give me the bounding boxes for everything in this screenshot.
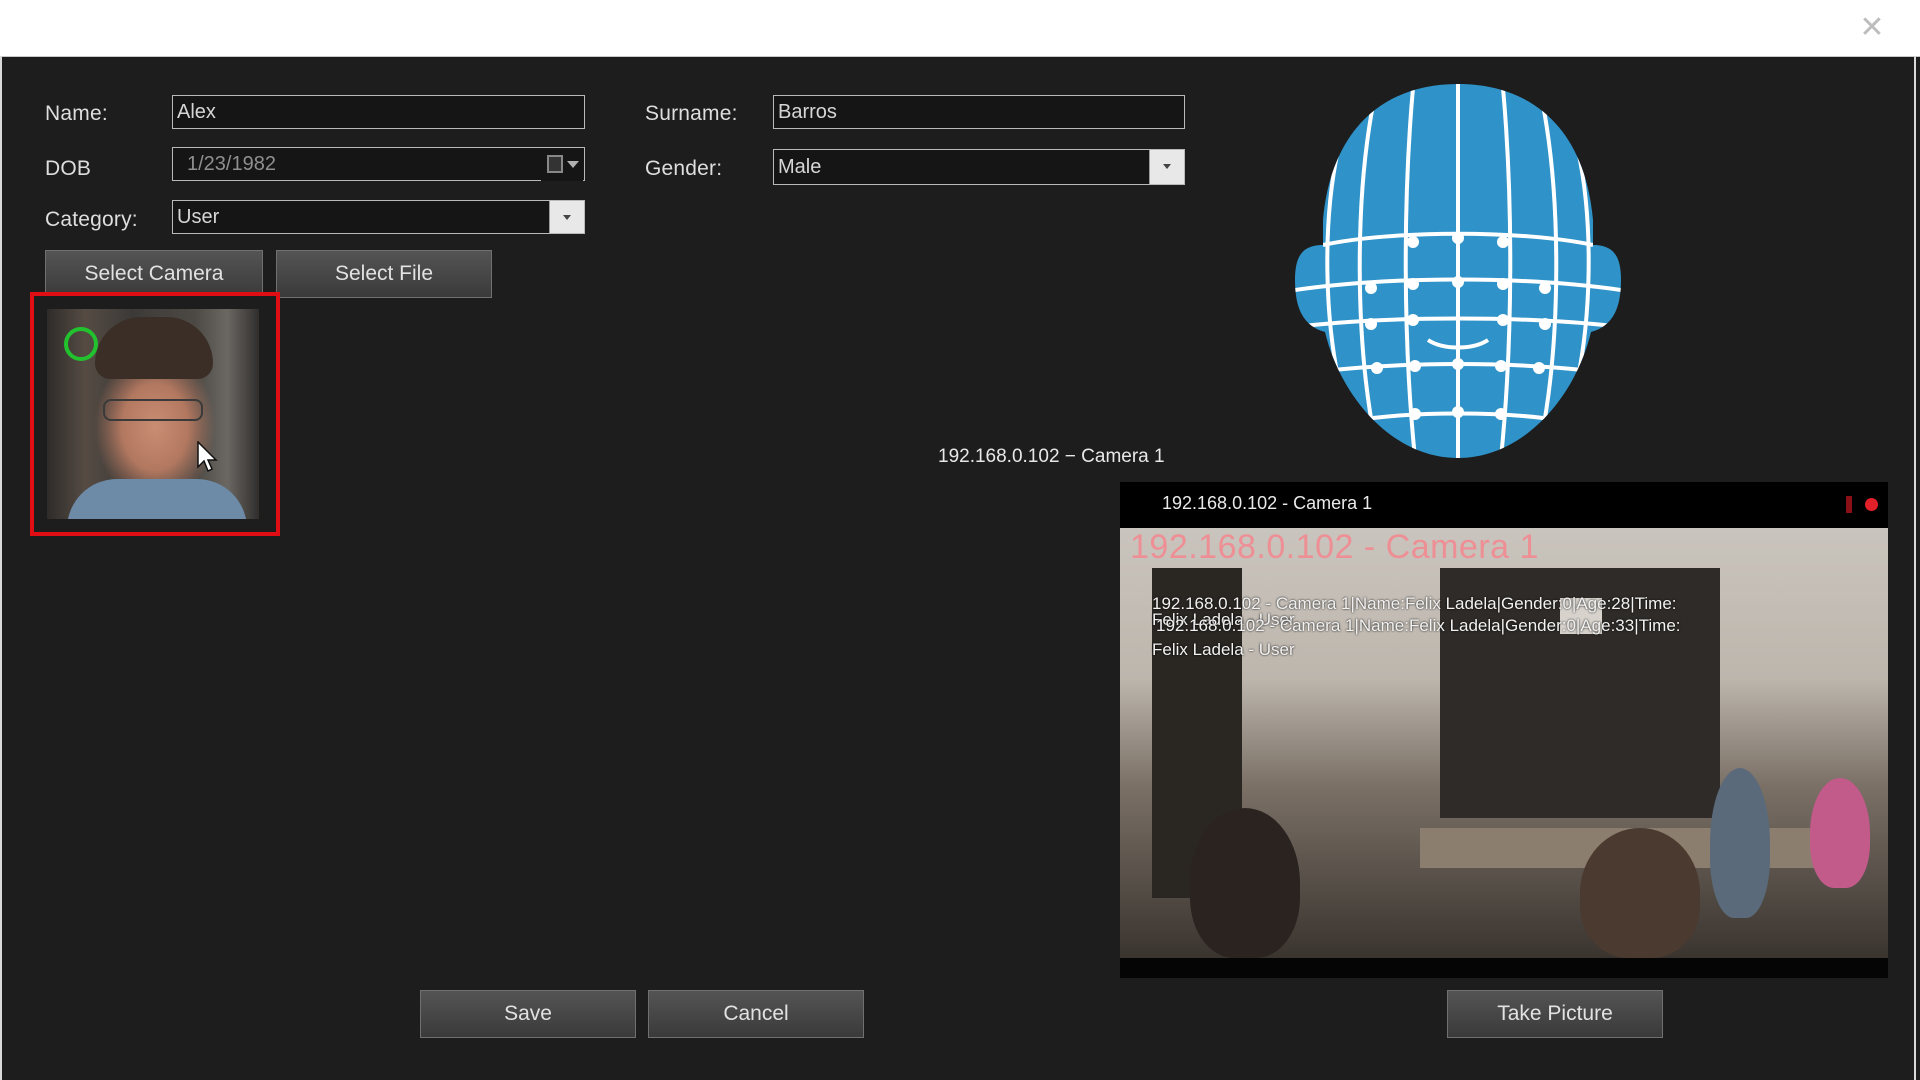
video-overlay-line: 192.168.0.102 - Camera 1|Name:Felix Lade… (1156, 616, 1681, 635)
save-button[interactable]: Save (420, 990, 636, 1038)
chevron-down-icon (563, 215, 571, 220)
camera-feed: 192.168.0.102 - Camera 1 192.168.0.102 -… (1120, 482, 1888, 978)
video-scene-person (1810, 778, 1870, 888)
close-icon[interactable]: ✕ (1854, 10, 1890, 46)
chevron-down-icon (567, 161, 579, 168)
record-icon[interactable] (1865, 498, 1878, 511)
captured-face-photo (47, 309, 259, 519)
camera-feed-titlebar: 192.168.0.102 - Camera 1 (1120, 482, 1888, 528)
face-glasses (103, 399, 203, 421)
video-scene-person (1710, 768, 1770, 918)
dob-value: 1/23/1982 (187, 153, 276, 175)
dob-label: DOB (45, 157, 92, 180)
gender-dropdown-button[interactable] (1149, 150, 1184, 184)
take-picture-button[interactable]: Take Picture (1447, 990, 1663, 1038)
video-overlay-title: 192.168.0.102 - Camera 1 (1130, 528, 1539, 566)
gender-label: Gender: (645, 157, 723, 180)
select-file-button[interactable]: Select File (276, 250, 492, 298)
face-hair (95, 317, 213, 379)
camera-caption: 192.168.0.102 − Camera 1 (938, 446, 1165, 467)
calendar-icon (547, 155, 563, 173)
video-scene-person (1580, 828, 1700, 958)
camera-video-frame: 192.168.0.102 - Camera 1 192.168.0.102 -… (1120, 528, 1888, 958)
surname-label: Surname: (645, 102, 738, 125)
name-field[interactable] (172, 95, 585, 129)
face-shirt (67, 479, 247, 519)
window-titlebar: ✕ (0, 0, 1920, 57)
video-scene-person (1190, 808, 1300, 958)
gender-select[interactable]: Male (773, 149, 1185, 185)
camera-feed-title: 192.168.0.102 - Camera 1 (1162, 493, 1373, 513)
category-select[interactable]: User (172, 200, 585, 234)
name-label: Name: (45, 102, 108, 125)
camera-feed-statusbar (1120, 958, 1888, 978)
category-value: User (177, 206, 220, 228)
select-camera-button[interactable]: Select Camera (45, 250, 263, 298)
category-dropdown-button[interactable] (549, 201, 584, 233)
dob-field[interactable]: 1/23/1982 (172, 147, 585, 181)
mouse-cursor-icon (197, 441, 218, 473)
surname-field[interactable] (773, 95, 1185, 129)
category-label: Category: (45, 208, 138, 231)
record-icon[interactable] (1846, 496, 1852, 513)
chevron-down-icon (1163, 164, 1171, 169)
detection-indicator-icon (64, 327, 98, 361)
cancel-button[interactable]: Cancel (648, 990, 864, 1038)
date-picker-button[interactable] (541, 149, 583, 181)
face-mesh-head-icon (1295, 84, 1621, 458)
gender-value: Male (778, 156, 822, 178)
captured-face-card[interactable] (30, 292, 280, 536)
video-overlay-line: Felix Ladela - User (1152, 640, 1295, 659)
